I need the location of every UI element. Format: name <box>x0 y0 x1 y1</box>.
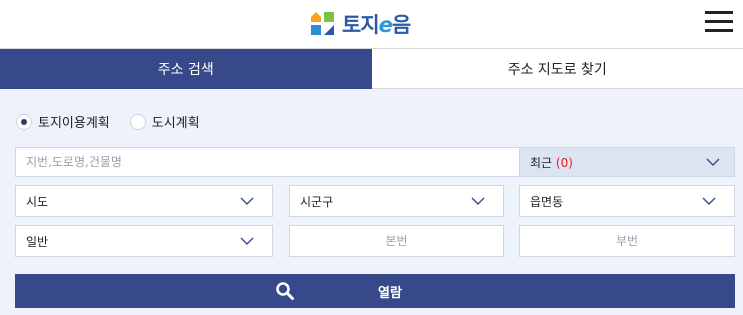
address-search-input[interactable] <box>16 148 519 176</box>
chevron-down-icon <box>706 158 720 166</box>
radio-land-use-plan[interactable]: 토지이용계획 <box>16 112 110 131</box>
search-panel: 토지이용계획 도시계획 최근 (0) 시도 시군구 읍면동 일반 <box>0 89 743 315</box>
logo[interactable]: 토지e음 <box>311 9 411 39</box>
radio-label: 도시계획 <box>151 116 200 131</box>
search-icon <box>276 282 294 300</box>
eupmyeondong-select[interactable]: 읍면동 <box>519 185 735 217</box>
sido-select[interactable]: 시도 <box>15 185 273 217</box>
logo-mark-icon <box>311 12 335 36</box>
chevron-down-icon <box>471 197 485 205</box>
lot-type-select[interactable]: 일반 <box>15 225 273 257</box>
chevron-down-icon <box>240 197 254 205</box>
eupmyeondong-select-value: 읍면동 <box>530 194 564 209</box>
chevron-down-icon <box>702 197 716 205</box>
tab-bar: 주소 검색 주소 지도로 찾기 <box>0 48 743 89</box>
sub-lot-number-input[interactable] <box>520 226 734 256</box>
tab-find-on-map[interactable]: 주소 지도로 찾기 <box>371 49 743 89</box>
sub-lot-number-field <box>519 225 735 257</box>
radio-selected-icon <box>16 113 32 130</box>
header: 토지e음 <box>0 0 743 48</box>
address-search-field <box>15 147 519 177</box>
main-lot-number-field <box>289 225 504 257</box>
radio-label: 토지이용계획 <box>38 116 110 131</box>
hamburger-menu-icon[interactable] <box>705 11 733 33</box>
recent-count: (0) <box>555 155 573 170</box>
plan-type-radio-group: 토지이용계획 도시계획 <box>16 112 220 131</box>
recent-searches-dropdown[interactable]: 최근 (0) <box>519 147 735 177</box>
radio-urban-plan[interactable]: 도시계획 <box>129 112 200 131</box>
recent-label: 최근 (0) <box>530 154 573 171</box>
view-button-label: 열람 <box>378 285 402 301</box>
chevron-down-icon <box>240 237 254 245</box>
radio-unselected-icon <box>129 113 146 130</box>
sigungu-select[interactable]: 시군구 <box>289 185 504 217</box>
view-button[interactable]: 열람 <box>15 274 735 308</box>
logo-text: 토지e음 <box>342 13 411 37</box>
lot-type-select-value: 일반 <box>26 234 49 249</box>
sigungu-select-value: 시군구 <box>300 194 334 209</box>
main-lot-number-input[interactable] <box>290 226 503 256</box>
recent-label-text: 최근 <box>530 155 553 170</box>
tab-address-search[interactable]: 주소 검색 <box>0 49 372 89</box>
sido-select-value: 시도 <box>26 194 49 209</box>
